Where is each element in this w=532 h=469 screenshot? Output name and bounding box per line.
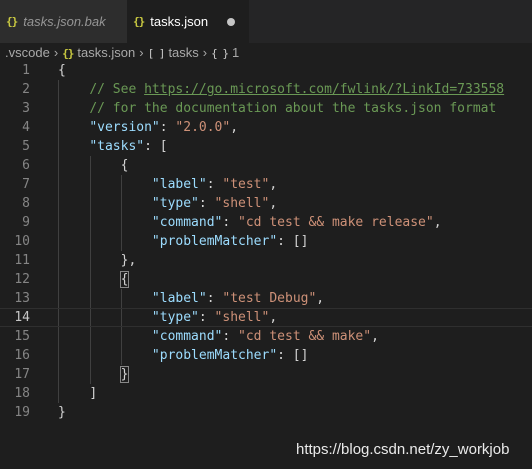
tab-label: tasks.json.bak: [23, 14, 106, 29]
array-icon: [ ]: [147, 46, 166, 60]
json-icon: {}: [6, 15, 18, 28]
code-text: },: [120, 253, 137, 268]
code-text: // for the documentation about the tasks…: [89, 101, 497, 116]
code-text: "tasks": [: [89, 139, 168, 154]
code-editor[interactable]: 1 { 2 // See https://go.microsoft.com/fw…: [0, 61, 532, 421]
line-number: 4: [22, 120, 30, 135]
code-line: 3 // for the documentation about the tas…: [0, 99, 532, 118]
line-number: 11: [14, 253, 30, 268]
tab-tasks-json[interactable]: {} tasks.json: [127, 0, 249, 43]
code-line: 10 "problemMatcher": []: [0, 232, 532, 251]
code-text: {: [120, 158, 129, 173]
code-line: 1 {: [0, 61, 532, 80]
code-line: 16 "problemMatcher": []: [0, 346, 532, 365]
code-text: "command": "cd test && make release",: [151, 215, 442, 230]
code-line: 18 ]: [0, 384, 532, 403]
line-number: 19: [14, 405, 30, 420]
line-number: 8: [22, 196, 30, 211]
code-line: 9 "command": "cd test && make release",: [0, 213, 532, 232]
code-text: }: [58, 365, 130, 384]
code-line: 7 "label": "test",: [0, 175, 532, 194]
editor-tab-bar: {} tasks.json.bak {} tasks.json: [0, 0, 532, 43]
code-text: "label": "test",: [151, 177, 278, 192]
documentation-link[interactable]: https://go.microsoft.com/fwlink/?LinkId=…: [144, 82, 504, 97]
code-line: 17 }: [0, 365, 532, 384]
line-number: 16: [14, 348, 30, 363]
code-line: 15 "command": "cd test && make",: [0, 327, 532, 346]
breadcrumb-file-label: tasks.json: [77, 44, 136, 60]
tab-tasks-json-bak[interactable]: {} tasks.json.bak: [0, 0, 127, 43]
code-line: 11 },: [0, 251, 532, 270]
chevron-right-icon: ›: [139, 44, 144, 60]
line-number: 13: [14, 291, 30, 306]
json-icon: {}: [62, 46, 74, 60]
code-text: "version": "2.0.0",: [89, 120, 239, 135]
breadcrumb-array-label: tasks: [168, 44, 199, 60]
code-line: 5 "tasks": [: [0, 137, 532, 156]
breadcrumb-tasks-array[interactable]: [ ] tasks: [148, 45, 199, 60]
line-number: 6: [22, 158, 30, 173]
line-number: 15: [14, 329, 30, 344]
breadcrumb-file[interactable]: {} tasks.json: [62, 45, 135, 60]
code-text: "type": "shell",: [151, 196, 278, 211]
line-number: 18: [14, 386, 30, 401]
code-line: 2 // See https://go.microsoft.com/fwlink…: [0, 80, 532, 99]
code-text: "type": "shell",: [151, 310, 278, 325]
code-text: }: [58, 405, 66, 420]
chevron-right-icon: ›: [202, 44, 208, 60]
code-line: 19 }: [0, 403, 532, 422]
tab-label: tasks.json: [150, 14, 209, 29]
code-text: {: [58, 270, 130, 289]
code-text: // See https://go.microsoft.com/fwlink/?…: [89, 82, 505, 97]
code-line: 8 "type": "shell",: [0, 194, 532, 213]
json-icon: {}: [133, 15, 145, 28]
code-line: 12 {: [0, 270, 532, 289]
line-number: 17: [14, 367, 30, 382]
code-line-current: 14 "type": "shell",: [0, 308, 532, 327]
code-text: {: [58, 63, 66, 78]
watermark: https://blog.csdn.net/zy_workjob: [296, 441, 510, 458]
code-text: "label": "test Debug",: [151, 291, 325, 306]
object-icon: { }: [211, 46, 229, 60]
chevron-right-icon: ›: [53, 44, 59, 60]
line-number: 2: [22, 82, 30, 97]
code-text: "problemMatcher": []: [151, 348, 309, 363]
code-line: 4 "version": "2.0.0",: [0, 118, 532, 137]
breadcrumb-folder[interactable]: .vscode: [5, 45, 50, 60]
matched-bracket: {: [119, 271, 130, 288]
code-text: "problemMatcher": []: [151, 234, 309, 249]
breadcrumb: .vscode › {} tasks.json › [ ] tasks › { } 1: [0, 43, 532, 61]
line-number: 5: [22, 139, 30, 154]
line-number: 7: [22, 177, 30, 192]
matched-bracket: }: [119, 366, 130, 383]
breadcrumb-object[interactable]: { } 1: [211, 45, 239, 60]
code-text: ]: [89, 386, 98, 401]
line-number: 3: [22, 101, 30, 116]
code-line: 13 "label": "test Debug",: [0, 289, 532, 308]
line-number: 9: [22, 215, 30, 230]
breadcrumb-object-label: 1: [232, 44, 240, 60]
line-number: 14: [14, 310, 30, 325]
unsaved-dot-icon[interactable]: [227, 17, 235, 26]
line-number: 10: [14, 234, 30, 249]
line-number: 1: [22, 63, 30, 78]
code-text: "command": "cd test && make",: [151, 329, 379, 344]
code-line: 6 {: [0, 156, 532, 175]
line-number: 12: [14, 272, 30, 287]
